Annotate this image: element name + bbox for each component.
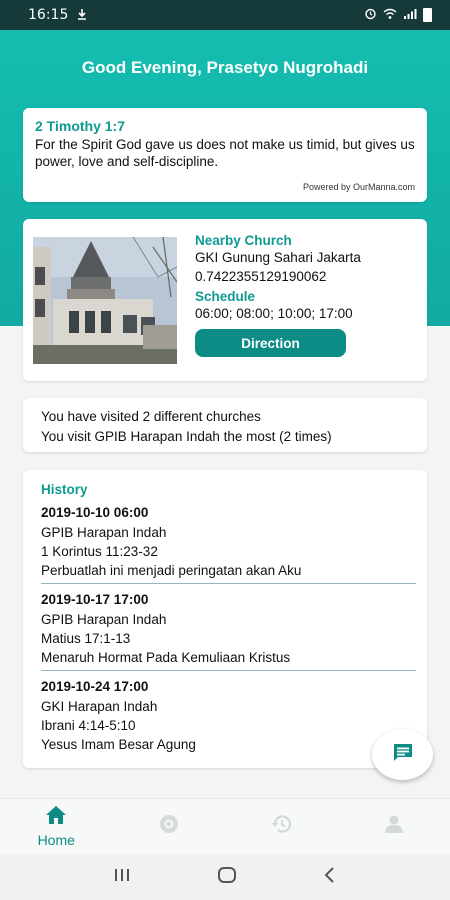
history-theme: Yesus Imam Besar Agung (41, 737, 196, 752)
chat-fab-button[interactable] (372, 729, 433, 780)
wifi-icon (383, 8, 397, 23)
chat-icon (392, 742, 414, 767)
visits-summary-card: You have visited 2 different churches Yo… (23, 398, 427, 452)
bottom-navigation: Home (0, 798, 450, 854)
history-entry[interactable]: 2019-10-24 17:00 GKI Harapan Indah Ibran… (41, 677, 416, 757)
history-theme: Perbuatlah ini menjadi peringatan akan A… (41, 563, 302, 578)
church-info: Nearby Church GKI Gunung Sahari Jakarta … (195, 233, 420, 357)
recents-icon[interactable] (113, 867, 131, 888)
verse-reference: 2 Timothy 1:7 (35, 118, 125, 134)
battery-icon (423, 8, 432, 22)
notification-icon (76, 8, 88, 23)
verse-text: For the Spirit God gave us does not make… (35, 137, 415, 169)
church-distance: 0.7422355129190062 (195, 269, 327, 284)
nav-home[interactable]: Home (0, 799, 113, 854)
history-church: GPIB Harapan Indah (41, 612, 167, 627)
church-name: GKI Gunung Sahari Jakarta (195, 250, 361, 265)
history-date: 2019-10-24 17:00 (41, 679, 149, 694)
nav-history[interactable] (225, 799, 338, 854)
schedule-times: 06:00; 08:00; 10:00; 17:00 (195, 306, 353, 321)
powered-by-label: Powered by OurManna.com (302, 182, 415, 192)
history-church: GKI Harapan Indah (41, 699, 158, 714)
nav-explore[interactable] (113, 799, 226, 854)
history-passage: Matius 17:1-13 (41, 631, 131, 646)
history-church: GPIB Harapan Indah (41, 525, 167, 540)
status-bar: 16:15 (0, 0, 450, 30)
history-icon (270, 814, 292, 839)
greeting-title: Good Evening, Prasetyo Nugrohadi (81, 58, 369, 77)
eye-icon (157, 815, 181, 838)
history-entry[interactable]: 2019-10-10 06:00 GPIB Harapan Indah 1 Ko… (41, 503, 416, 584)
history-theme: Menaruh Hormat Pada Kemuliaan Kristus (41, 650, 291, 665)
person-icon (384, 814, 404, 839)
history-passage: 1 Korintus 11:23-32 (41, 544, 158, 559)
verse-card[interactable]: 2 Timothy 1:7 For the Spirit God gave us… (23, 108, 427, 202)
history-date: 2019-10-17 17:00 (41, 592, 149, 607)
nav-home-label: Home (37, 832, 75, 848)
schedule-label: Schedule (195, 289, 256, 304)
home-button-icon[interactable] (217, 866, 237, 889)
church-photo (33, 237, 177, 364)
history-card: History 2019-10-10 06:00 GPIB Harapan In… (23, 470, 427, 768)
nearby-church-label: Nearby Church (195, 233, 292, 248)
direction-button[interactable]: Direction (195, 329, 346, 357)
system-navigation-bar (0, 854, 450, 900)
history-passage: Ibrani 4:14-5:10 (41, 718, 136, 733)
nearby-church-card: Nearby Church GKI Gunung Sahari Jakarta … (23, 219, 427, 381)
back-icon[interactable] (323, 866, 337, 889)
home-icon (45, 805, 67, 830)
history-date: 2019-10-10 06:00 (41, 505, 149, 520)
signal-icon (403, 8, 417, 23)
status-time: 16:15 (28, 7, 69, 23)
history-entry[interactable]: 2019-10-17 17:00 GPIB Harapan Indah Mati… (41, 590, 416, 671)
history-title: History (41, 482, 88, 497)
most-visited-text: You visit GPIB Harapan Indah the most (2… (41, 429, 332, 444)
visits-count-text: You have visited 2 different churches (41, 409, 261, 424)
nav-profile[interactable] (338, 799, 450, 854)
alarm-icon (364, 7, 377, 23)
